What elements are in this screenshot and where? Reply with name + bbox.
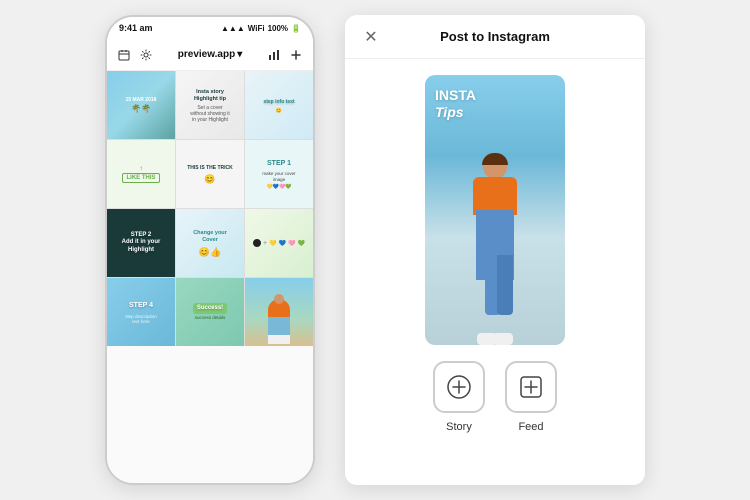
status-time: 9:41 am [119, 23, 153, 33]
feed-label: Feed [518, 421, 543, 433]
battery-icon: 🔋 [291, 24, 301, 33]
story-option[interactable]: Story [433, 361, 485, 433]
panel-title: Post to Instagram [381, 29, 609, 44]
grid-item[interactable]: STEP 4 step descriptiontext here [107, 278, 175, 346]
grid-item[interactable]: + 💛💙🩷💚 [245, 209, 313, 277]
story-preview-title: INSTA Tips [435, 87, 555, 121]
chart-icon[interactable] [267, 48, 281, 62]
grid-item[interactable]: Success! success details [176, 278, 244, 346]
grid-item[interactable]: STEP 1 make your coverimage 💛💙🩷💚 [245, 140, 313, 208]
signal-icon: ▲▲▲ [221, 24, 245, 33]
story-preview: INSTA Tips [425, 75, 565, 345]
app-title: preview.app ▾ [178, 49, 242, 60]
battery-level: 100% [268, 24, 288, 33]
feed-icon[interactable] [505, 361, 557, 413]
post-options: Story Feed [433, 361, 557, 433]
grid-item[interactable]: step info text 😊 [245, 71, 313, 139]
chevron-down-icon: ▾ [237, 49, 242, 60]
calendar-icon[interactable] [117, 48, 131, 62]
close-button[interactable]: ✕ [361, 27, 381, 47]
story-icon[interactable] [433, 361, 485, 413]
photo-grid[interactable]: 15 MAR 2018 🌴🌴 Insta storyHighlight tip … [107, 71, 313, 483]
grid-item[interactable]: THIS IS THE TRICK 😊 [176, 140, 244, 208]
wifi-icon: WiFi [248, 24, 265, 33]
status-bar: 9:41 am ▲▲▲ WiFi 100% 🔋 [107, 17, 313, 39]
feed-option[interactable]: Feed [505, 361, 557, 433]
phone-mockup: 9:41 am ▲▲▲ WiFi 100% 🔋 [105, 15, 315, 485]
settings-icon[interactable] [139, 48, 153, 62]
grid-item[interactable] [245, 278, 313, 346]
grid-item[interactable]: Change yourCover 😊👍 [176, 209, 244, 277]
post-panel: ✕ Post to Instagram INSTA Tips [345, 15, 645, 485]
add-icon[interactable] [289, 48, 303, 62]
cell-date-text: 15 MAR 2018 [126, 97, 157, 103]
grid-item[interactable]: 15 MAR 2018 🌴🌴 [107, 71, 175, 139]
panel-header: ✕ Post to Instagram [345, 15, 645, 59]
grid-item[interactable]: ↑ LIKE THIS [107, 140, 175, 208]
panel-content: INSTA Tips [345, 59, 645, 485]
app-header: preview.app ▾ [107, 39, 313, 71]
grid-item[interactable]: STEP 2Add it in yourHighlight [107, 209, 175, 277]
grid-item[interactable]: Insta storyHighlight tip Set a coverwith… [176, 71, 244, 139]
story-label: Story [446, 421, 472, 433]
